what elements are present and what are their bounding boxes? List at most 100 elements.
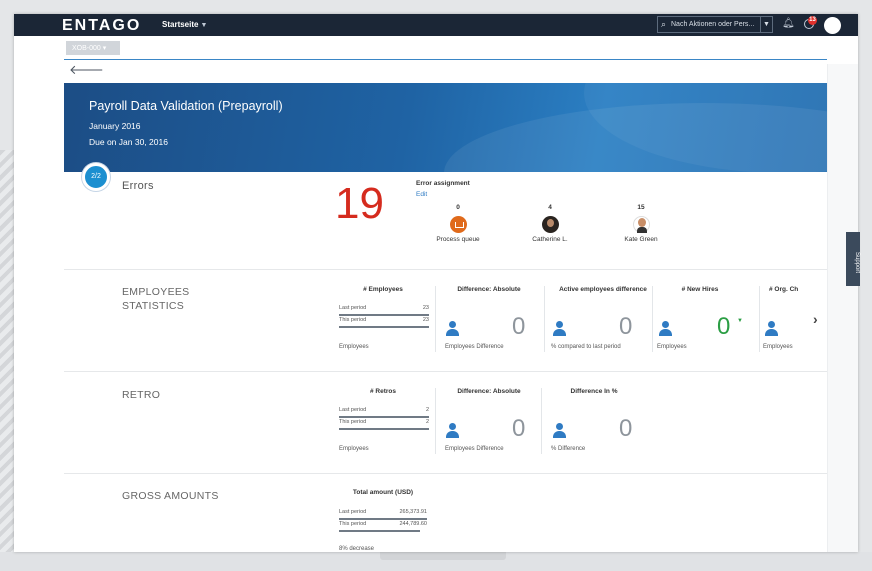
period-value: 265,373.91	[399, 509, 427, 515]
section-divider	[64, 371, 827, 372]
chevron-down-icon: ▼	[200, 22, 208, 29]
kpi-separator	[759, 286, 760, 352]
assignee-count: 15	[637, 204, 645, 211]
section-divider	[64, 473, 827, 474]
chevron-down-icon: ▾	[102, 45, 107, 52]
subtab-selector[interactable]: XOB-000 ▾	[66, 41, 120, 55]
kpi-separator	[435, 388, 436, 454]
support-tab[interactable]: Support	[846, 232, 860, 286]
search-icon: ⌕	[661, 19, 667, 29]
employees-stats-label-2: STATISTICS	[122, 300, 185, 312]
period-label: Last period	[339, 305, 367, 311]
person-icon	[765, 321, 778, 336]
kpi-footer: 8% decrease	[339, 546, 375, 552]
assignee-catherine[interactable]: 4 Catherine L.	[520, 204, 580, 243]
this-period-row: This period 244,789.60	[339, 521, 427, 533]
period-value: 2	[425, 407, 429, 413]
period-value: 2	[425, 419, 429, 425]
this-period-row: This period 23	[339, 317, 429, 329]
assignee-count: 4	[548, 204, 552, 211]
period-label: Last period	[339, 509, 367, 515]
period-label: This period	[339, 419, 367, 425]
person-icon	[446, 423, 459, 438]
kpi-footer: Employees	[657, 344, 687, 350]
assignee-kate[interactable]: 15 Kate Green	[611, 204, 671, 243]
process-due-date: Due on Jan 30, 2016	[89, 137, 168, 147]
assignee-name: Process queue	[436, 236, 480, 243]
header-underline	[64, 59, 827, 60]
chevron-right-icon[interactable]: ›	[813, 311, 818, 327]
section-divider	[64, 269, 827, 270]
kpi-title: Total amount (USD)	[352, 489, 414, 496]
employees-comparison[interactable]: Last period 23 This period 23	[339, 305, 429, 329]
last-period-row: Last period 265,373.91	[339, 509, 427, 521]
assignee-process-queue[interactable]: 0 Process queue	[428, 204, 488, 243]
edit-assignment-link[interactable]: Edit	[416, 191, 427, 198]
kpi-title: Difference: Absolute	[457, 388, 521, 395]
person-icon	[553, 423, 566, 438]
search-dropdown-button[interactable]: ▼	[761, 16, 773, 33]
kpi-title: Difference: Absolute	[457, 286, 521, 293]
home-menu-label: Startseite	[162, 20, 199, 29]
period-bar	[339, 529, 420, 532]
kpi-footer: % compared to last period	[551, 344, 621, 350]
subtab-label: XOB-000	[72, 45, 101, 52]
notification-badge: 13	[808, 16, 817, 25]
process-header-banner: Payroll Data Validation (Prepayroll) Jan…	[64, 83, 827, 172]
kpi-footer: Employees	[339, 446, 369, 452]
kpi-separator	[541, 388, 542, 454]
period-value: 244,789.60	[399, 521, 427, 527]
kpi-value[interactable]: 0	[619, 313, 632, 341]
employees-stats-label-1: EMPLOYEES	[122, 286, 190, 298]
kpi-value[interactable]: 0	[619, 415, 632, 443]
period-label: This period	[339, 521, 367, 527]
period-value: 23	[422, 317, 429, 323]
kpi-separator	[652, 286, 653, 352]
assignee-count: 0	[456, 204, 460, 211]
trend-down-icon: ▼	[737, 318, 743, 324]
process-title: Payroll Data Validation (Prepayroll)	[89, 99, 283, 113]
gross-comparison[interactable]: Last period 265,373.91 This period 244,7…	[339, 509, 427, 533]
shell-bar: ENTAGO Startseite ▼ ⌕ Nach Aktionen oder …	[14, 14, 858, 36]
period-bar	[339, 427, 429, 430]
period-label: Last period	[339, 407, 367, 413]
kpi-title: Difference In %	[570, 388, 618, 395]
kpi-value[interactable]: 0	[512, 313, 525, 341]
person-avatar-icon	[541, 216, 559, 233]
back-arrow-icon[interactable]: 🡐	[69, 62, 104, 78]
error-count[interactable]: 19	[335, 179, 384, 229]
bell-icon[interactable]: 🔔︎	[782, 18, 795, 29]
device-bottom-notch	[380, 552, 506, 560]
kpi-footer: Employees Difference	[445, 446, 504, 452]
kpi-value[interactable]: 0	[512, 415, 525, 443]
home-menu[interactable]: Startseite ▼	[162, 20, 207, 29]
kpi-title: # Org. Ch	[769, 286, 799, 293]
person-icon	[553, 321, 566, 336]
entago-logo[interactable]: ENTAGO	[62, 17, 141, 35]
inbox-icon	[449, 216, 467, 233]
this-period-row: This period 2	[339, 419, 429, 431]
period-value: 23	[422, 305, 429, 311]
notifications-button[interactable]: 13	[804, 16, 818, 30]
chevron-down-icon: ▼	[763, 21, 770, 28]
error-assignment-title: Error assignment	[416, 180, 470, 187]
kpi-footer: Employees Difference	[445, 344, 504, 350]
kpi-footer: Employees	[763, 344, 793, 350]
process-period: January 2016	[89, 121, 141, 131]
user-avatar[interactable]	[824, 17, 841, 34]
assignee-name: Kate Green	[624, 236, 658, 243]
kpi-title: # Retros	[369, 388, 396, 395]
last-period-row: Last period 2	[339, 407, 429, 419]
kpi-footer: Employees	[339, 344, 369, 350]
kpi-separator	[544, 286, 545, 352]
retro-section-label: RETRO	[122, 389, 161, 401]
kpi-title: # Employees	[363, 286, 403, 293]
app-window: ENTAGO Startseite ▼ ⌕ Nach Aktionen oder …	[14, 14, 858, 552]
kpi-value[interactable]: 0	[717, 313, 730, 341]
period-bar	[339, 313, 429, 316]
person-icon	[659, 321, 672, 336]
kpi-footer: % Difference	[551, 446, 586, 452]
retro-comparison[interactable]: Last period 2 This period 2	[339, 407, 429, 431]
search-input[interactable]: ⌕ Nach Aktionen oder Pers...	[657, 16, 761, 33]
kpi-title: Active employees difference	[559, 286, 647, 293]
